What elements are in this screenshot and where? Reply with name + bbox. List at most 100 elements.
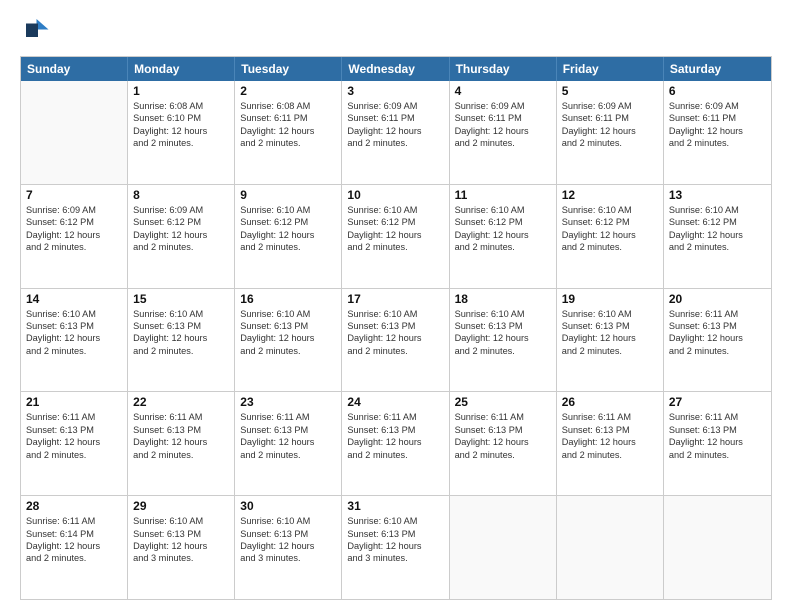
day-number: 9 [240, 188, 336, 202]
cell-line: Daylight: 12 hours [562, 436, 658, 448]
cell-line: Sunrise: 6:10 AM [455, 308, 551, 320]
calendar-cell: 3Sunrise: 6:09 AMSunset: 6:11 PMDaylight… [342, 81, 449, 184]
cell-line: Sunrise: 6:11 AM [455, 411, 551, 423]
cell-line: and 2 minutes. [240, 241, 336, 253]
cell-line: Sunrise: 6:11 AM [347, 411, 443, 423]
day-number: 23 [240, 395, 336, 409]
cell-line: Daylight: 12 hours [26, 229, 122, 241]
cell-line: Daylight: 12 hours [669, 125, 766, 137]
calendar-header-day: Friday [557, 57, 664, 81]
day-number: 6 [669, 84, 766, 98]
day-number: 10 [347, 188, 443, 202]
logo [20, 16, 54, 46]
day-number: 8 [133, 188, 229, 202]
cell-line: Sunset: 6:13 PM [347, 528, 443, 540]
day-number: 21 [26, 395, 122, 409]
cell-line: Sunset: 6:13 PM [26, 424, 122, 436]
cell-line: Daylight: 12 hours [669, 436, 766, 448]
day-number: 19 [562, 292, 658, 306]
cell-line: Sunset: 6:13 PM [133, 320, 229, 332]
calendar-cell: 11Sunrise: 6:10 AMSunset: 6:12 PMDayligh… [450, 185, 557, 288]
cell-line: Sunset: 6:11 PM [455, 112, 551, 124]
calendar-cell [664, 496, 771, 599]
cell-line: Sunrise: 6:10 AM [347, 204, 443, 216]
calendar-cell: 25Sunrise: 6:11 AMSunset: 6:13 PMDayligh… [450, 392, 557, 495]
cell-line: Sunset: 6:11 PM [562, 112, 658, 124]
cell-line: Sunset: 6:12 PM [455, 216, 551, 228]
day-number: 5 [562, 84, 658, 98]
day-number: 2 [240, 84, 336, 98]
day-number: 14 [26, 292, 122, 306]
cell-line: Daylight: 12 hours [240, 540, 336, 552]
cell-line: Sunrise: 6:11 AM [133, 411, 229, 423]
calendar-cell: 1Sunrise: 6:08 AMSunset: 6:10 PMDaylight… [128, 81, 235, 184]
cell-line: and 2 minutes. [26, 345, 122, 357]
cell-line: and 2 minutes. [347, 449, 443, 461]
cell-line: Sunrise: 6:11 AM [26, 411, 122, 423]
cell-line: and 2 minutes. [455, 345, 551, 357]
cell-line: Sunrise: 6:10 AM [240, 204, 336, 216]
cell-line: Daylight: 12 hours [455, 332, 551, 344]
cell-line: Sunrise: 6:09 AM [133, 204, 229, 216]
cell-line: Sunset: 6:13 PM [347, 424, 443, 436]
day-number: 7 [26, 188, 122, 202]
calendar-cell: 16Sunrise: 6:10 AMSunset: 6:13 PMDayligh… [235, 289, 342, 392]
cell-line: and 2 minutes. [133, 241, 229, 253]
cell-line: Daylight: 12 hours [26, 436, 122, 448]
cell-line: Daylight: 12 hours [455, 436, 551, 448]
calendar-body: 1Sunrise: 6:08 AMSunset: 6:10 PMDaylight… [21, 81, 771, 599]
cell-line: Sunrise: 6:10 AM [669, 204, 766, 216]
calendar-cell: 24Sunrise: 6:11 AMSunset: 6:13 PMDayligh… [342, 392, 449, 495]
cell-line: Sunrise: 6:11 AM [240, 411, 336, 423]
cell-line: Sunset: 6:13 PM [669, 320, 766, 332]
calendar-header-day: Wednesday [342, 57, 449, 81]
cell-line: Sunrise: 6:09 AM [26, 204, 122, 216]
calendar-cell: 7Sunrise: 6:09 AMSunset: 6:12 PMDaylight… [21, 185, 128, 288]
cell-line: and 2 minutes. [669, 137, 766, 149]
cell-line: and 2 minutes. [240, 345, 336, 357]
cell-line: Sunset: 6:13 PM [347, 320, 443, 332]
day-number: 29 [133, 499, 229, 513]
day-number: 1 [133, 84, 229, 98]
cell-line: Sunrise: 6:10 AM [133, 308, 229, 320]
cell-line: Daylight: 12 hours [240, 332, 336, 344]
cell-line: and 2 minutes. [455, 137, 551, 149]
cell-line: Sunrise: 6:11 AM [669, 411, 766, 423]
cell-line: Daylight: 12 hours [455, 229, 551, 241]
cell-line: and 2 minutes. [455, 449, 551, 461]
day-number: 15 [133, 292, 229, 306]
cell-line: Daylight: 12 hours [26, 540, 122, 552]
cell-line: and 2 minutes. [562, 241, 658, 253]
calendar-cell: 2Sunrise: 6:08 AMSunset: 6:11 PMDaylight… [235, 81, 342, 184]
header [20, 16, 772, 46]
cell-line: Sunrise: 6:08 AM [133, 100, 229, 112]
cell-line: Sunset: 6:14 PM [26, 528, 122, 540]
calendar-cell [21, 81, 128, 184]
calendar-header: SundayMondayTuesdayWednesdayThursdayFrid… [21, 57, 771, 81]
cell-line: Sunrise: 6:10 AM [240, 308, 336, 320]
cell-line: Sunrise: 6:09 AM [562, 100, 658, 112]
cell-line: Sunrise: 6:10 AM [562, 204, 658, 216]
calendar-row: 21Sunrise: 6:11 AMSunset: 6:13 PMDayligh… [21, 392, 771, 496]
cell-line: and 2 minutes. [562, 345, 658, 357]
calendar-cell: 6Sunrise: 6:09 AMSunset: 6:11 PMDaylight… [664, 81, 771, 184]
cell-line: Sunrise: 6:09 AM [669, 100, 766, 112]
cell-line: Daylight: 12 hours [669, 332, 766, 344]
cell-line: Sunset: 6:13 PM [133, 528, 229, 540]
day-number: 25 [455, 395, 551, 409]
cell-line: and 2 minutes. [26, 552, 122, 564]
calendar-cell: 23Sunrise: 6:11 AMSunset: 6:13 PMDayligh… [235, 392, 342, 495]
cell-line: Sunset: 6:11 PM [240, 112, 336, 124]
cell-line: Sunset: 6:11 PM [347, 112, 443, 124]
cell-line: Daylight: 12 hours [240, 125, 336, 137]
day-number: 28 [26, 499, 122, 513]
cell-line: Daylight: 12 hours [347, 229, 443, 241]
cell-line: and 2 minutes. [133, 137, 229, 149]
day-number: 31 [347, 499, 443, 513]
calendar-header-day: Saturday [664, 57, 771, 81]
day-number: 12 [562, 188, 658, 202]
cell-line: Daylight: 12 hours [562, 332, 658, 344]
day-number: 27 [669, 395, 766, 409]
cell-line: Daylight: 12 hours [347, 540, 443, 552]
day-number: 16 [240, 292, 336, 306]
